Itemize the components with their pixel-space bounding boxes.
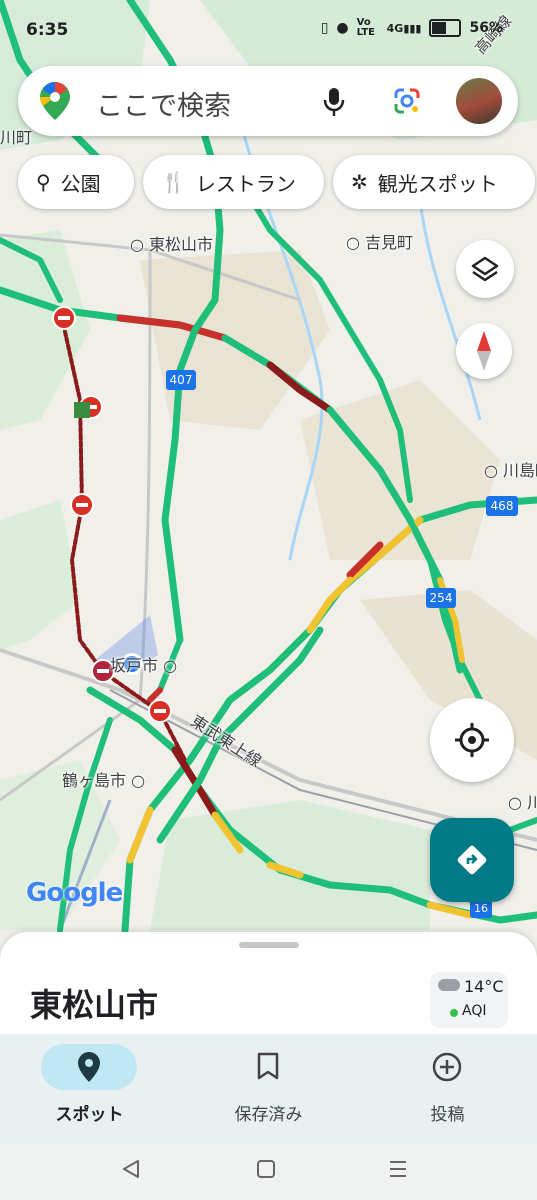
place-label[interactable]: ○ 吉見町 [346,229,413,253]
signal-icon: 4G▮▮▮ [386,21,422,35]
volte-label: Vo LTE [356,17,375,38]
battery-percent: 56% [469,20,503,36]
place-label[interactable]: ○ 川 [508,789,537,813]
battery-icon [429,19,462,37]
directions-button[interactable] [430,818,514,902]
search-input[interactable]: ここで検索 [96,84,231,123]
fork-knife-icon: 🍴 [161,170,186,194]
aqi-dot-icon [450,1009,458,1017]
nav-label: 投稿 [430,1105,465,1125]
chip-restaurant[interactable]: 🍴 レストラン [143,155,324,209]
cloud-icon [438,979,460,991]
route-shield: 254 [426,588,456,608]
chip-label: 公園 [60,171,101,196]
lens-icon[interactable] [392,86,422,116]
place-label[interactable]: 鶴ヶ島市 ○ [62,767,145,791]
status-bar: 6:35 ▯ ● Vo LTE 4G▮▮▮ 56% [0,0,537,60]
aqi-label: AQI [462,1003,487,1019]
add-circle-icon [432,1052,462,1082]
recents-icon[interactable] [388,1159,408,1179]
weather-badge[interactable]: 14°C AQI [430,972,508,1028]
nav-saved[interactable]: 保存済み [179,1034,358,1144]
place-title: 東松山市 [30,986,159,1024]
place-label[interactable]: ○ 東松山市 [130,231,213,255]
system-navigation-bar [0,1144,537,1200]
compass-button[interactable] [456,323,512,379]
layers-button[interactable] [456,240,514,298]
place-label[interactable]: 坂戸市 ○ [110,652,177,676]
weather-temp: 14°C [464,977,504,996]
nav-contribute[interactable]: 投稿 [358,1034,537,1144]
search-bar[interactable]: ここで検索 [18,66,518,136]
chip-park[interactable]: ⚲ 公園 [18,155,134,209]
place-label[interactable]: ○ 川島町 [484,457,537,481]
google-watermark: Google [26,878,123,908]
bottom-sheet[interactable]: 東松山市 14°C AQI [0,932,537,1042]
status-time: 6:35 [26,20,69,40]
location-pin-icon [78,1052,100,1082]
route-shield: 16 [470,900,492,918]
bottom-navigation: スポット 保存済み 投稿 [0,1034,537,1144]
place-label: 川町 [0,128,33,147]
tree-icon: ⚲ [36,170,51,194]
avatar[interactable] [456,78,502,124]
maps-logo-icon [40,82,70,120]
location-icon: ● [336,20,349,36]
vibrate-icon: ▯ [320,20,329,36]
chip-label: 観光スポット [377,171,498,196]
back-icon[interactable] [120,1158,142,1180]
drag-handle[interactable] [239,942,299,948]
nav-label: 保存済み [234,1105,303,1125]
directions-icon [457,845,487,875]
nav-label: スポット [55,1105,124,1125]
my-location-button[interactable] [430,698,514,782]
chip-label: レストラン [195,171,296,196]
chip-sightseeing[interactable]: ✲ 観光スポット [333,155,535,209]
microphone-icon[interactable] [322,86,346,118]
compass-icon [477,331,491,371]
ferris-wheel-icon: ✲ [351,170,368,194]
route-shield: 407 [166,370,196,390]
home-icon[interactable] [256,1159,276,1179]
route-shield: 468 [486,496,518,516]
nav-explore[interactable]: スポット [0,1034,179,1144]
crosshair-icon [455,723,489,757]
layers-icon [471,256,499,282]
bookmark-icon [257,1052,279,1080]
